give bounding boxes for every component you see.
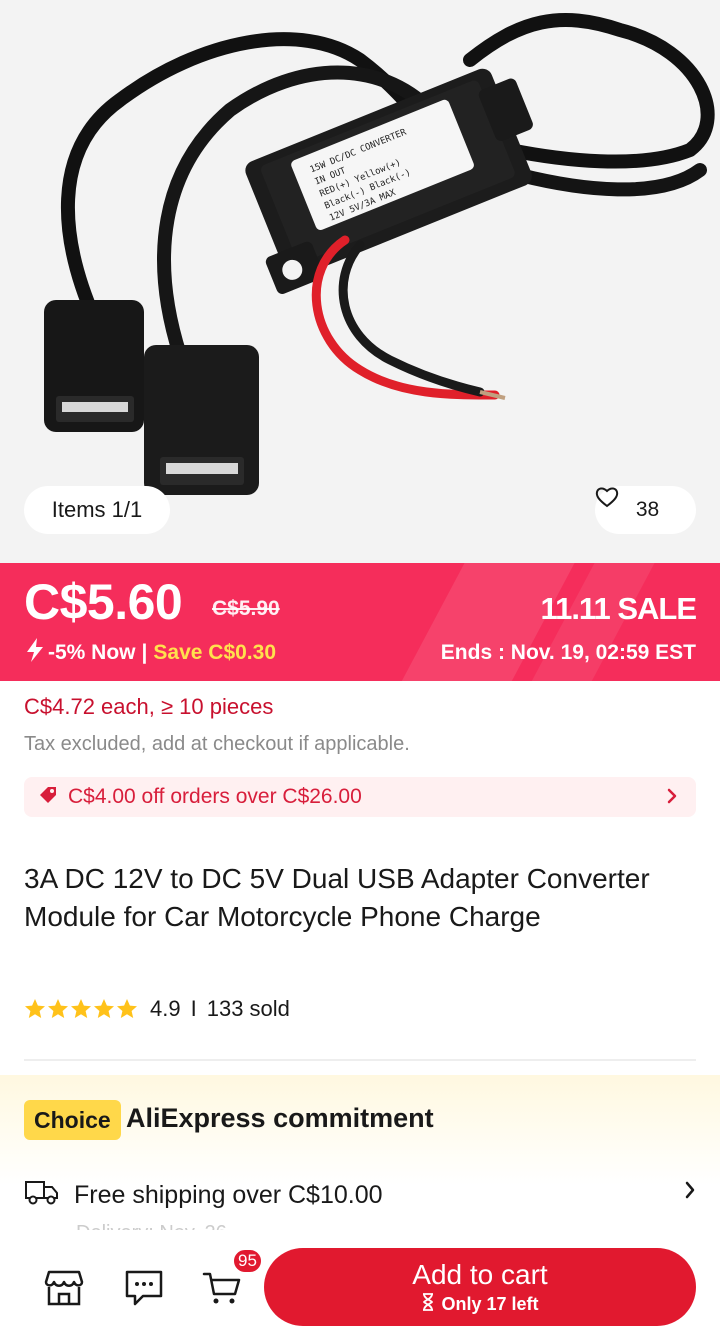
add-to-cart-label: Add to cart [412, 1258, 548, 1290]
cart-button[interactable] [200, 1266, 244, 1310]
chat-icon [125, 1270, 163, 1306]
tag-icon [38, 785, 58, 810]
coupon-text: C$4.00 off orders over C$26.00 [68, 785, 362, 808]
coupon-banner[interactable]: C$4.00 off orders over C$26.00 [24, 777, 696, 817]
star-icon [25, 999, 45, 1018]
likes-count: 38 [635, 498, 660, 521]
commitment-title: AliExpress commitment [126, 1103, 434, 1133]
stock-info: Only 17 left [421, 1292, 539, 1316]
star-icon [48, 999, 68, 1018]
message-button[interactable] [122, 1266, 166, 1310]
gallery-counter: Items 1/1 [24, 486, 170, 534]
cart-count-badge: 95 [232, 1248, 263, 1274]
bottom-action-bar: 95 Add to cart Only 17 left [0, 1236, 720, 1337]
star-rating [24, 998, 138, 1020]
stock-text: Only 17 left [441, 1293, 539, 1314]
bulk-price: C$4.72 each, ≥ 10 pieces [24, 694, 274, 719]
discount-info: -5% Now | Save C$0.30 [24, 637, 276, 669]
sale-banner: C$5.60 C$5.90 -5% Now | Save C$0.30 11.1… [0, 563, 720, 681]
cart-icon [202, 1272, 241, 1304]
product-title: 3A DC 12V to DC 5V Dual USB Adapter Conv… [24, 863, 650, 932]
shipping-row[interactable]: Free shipping over C$10.00 [24, 1177, 383, 1214]
star-icon [117, 999, 137, 1018]
chevron-right-icon[interactable] [684, 1180, 696, 1205]
rating-separator: I [190, 996, 197, 1021]
store-icon [44, 1270, 84, 1306]
delivery-row-partial: Delivery: Nov. 26 [76, 1222, 276, 1230]
save-amount: Save C$0.30 [153, 641, 277, 664]
current-price: C$5.60 [24, 574, 183, 630]
sale-end-time: Ends : Nov. 19, 02:59 EST [440, 641, 696, 664]
star-icon [71, 999, 91, 1018]
shipping-text: Free shipping over C$10.00 [74, 1181, 383, 1209]
choice-badge: Choice [24, 1100, 121, 1140]
truck-icon [24, 1177, 60, 1214]
store-button[interactable] [42, 1266, 86, 1310]
wishlist-button[interactable]: 38 [595, 486, 696, 534]
chevron-right-icon [666, 786, 678, 811]
product-gallery[interactable]: 15W DC/DC CONVERTER IN OUT RED(+) Yellow… [0, 0, 720, 563]
lightning-icon [24, 637, 46, 669]
star-icon [94, 999, 114, 1018]
discount-separator: | [141, 641, 148, 664]
tax-note: Tax excluded, add at checkout if applica… [24, 733, 410, 755]
sale-title: 11.11 SALE [540, 591, 697, 626]
divider [24, 1059, 696, 1061]
rating-row[interactable]: 4.9 I 133 sold [24, 996, 290, 1022]
rating-value: 4.9 [150, 996, 181, 1021]
product-image: 15W DC/DC CONVERTER IN OUT RED(+) Yellow… [44, 13, 715, 495]
discount-percent: -5% Now [48, 641, 136, 664]
add-to-cart-button[interactable]: Add to cart Only 17 left [264, 1248, 696, 1326]
gallery-counter-label: Items 1/1 [51, 497, 143, 522]
hourglass-icon [421, 1292, 435, 1316]
original-price: C$5.90 [212, 597, 280, 620]
sold-count: 133 sold [206, 996, 290, 1021]
